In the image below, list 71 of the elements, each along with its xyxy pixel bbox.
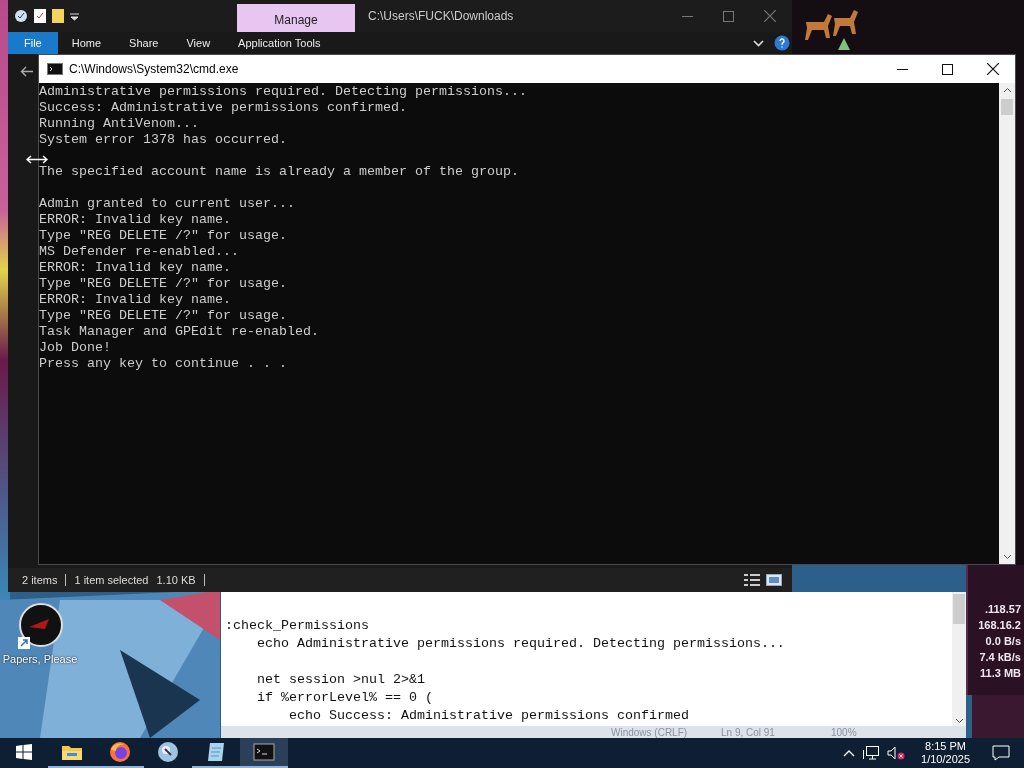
code-line: :check_Permissions xyxy=(225,618,369,633)
code-line: net session >nul 2>&1 xyxy=(256,672,425,687)
console-line: The specified account name is already a member of the group. xyxy=(39,164,519,179)
console-line: Press any key to continue . . . xyxy=(39,356,287,371)
ribbon-tab[interactable]: Application Tools xyxy=(224,32,335,54)
item-count: 2 items xyxy=(22,574,58,586)
console-line: Running AntiVenom... xyxy=(39,116,199,131)
meter-reading: 7.4 kB/s xyxy=(979,650,1021,665)
help-icon[interactable] xyxy=(774,35,790,51)
network-icon[interactable] xyxy=(863,746,880,760)
scrollbar-thumb[interactable] xyxy=(1001,99,1013,115)
clock-date[interactable]: 1/10/2025 xyxy=(921,753,970,766)
meter-reading: 11.3 MB xyxy=(980,666,1021,681)
resize-cursor-icon xyxy=(26,155,48,164)
terminal-icon xyxy=(253,743,275,761)
ribbon-tab[interactable]: File xyxy=(8,32,58,54)
muted-speaker-icon[interactable] xyxy=(887,746,906,760)
close-icon[interactable] xyxy=(987,63,999,75)
properties-icon[interactable] xyxy=(14,9,28,23)
terminal-icon xyxy=(47,63,63,75)
scroll-down-icon[interactable] xyxy=(954,716,964,726)
console-line: ERROR: Invalid key name. xyxy=(39,212,231,227)
console-line: System error 1378 has occurred. xyxy=(39,132,287,147)
chevron-icon[interactable] xyxy=(753,39,764,47)
status-text: Windows (CRLF) xyxy=(611,726,689,738)
notification-icon[interactable] xyxy=(992,745,1010,761)
status-text: 100% xyxy=(831,726,858,738)
console-line: Success: Administrative permissions confirmed. xyxy=(39,100,407,115)
console-line: Job Done! xyxy=(39,340,111,355)
code-line: echo Success: Administrative permissions confirmed xyxy=(288,708,689,723)
browser-icon xyxy=(109,741,131,763)
ribbon-tab[interactable]: View xyxy=(172,32,225,54)
console-line: Type "REG DELETE /?" for usage. xyxy=(39,308,287,323)
console-line: Admin granted to current user... xyxy=(39,196,295,211)
console-line: Task Manager and GPEdit re-enabled. xyxy=(39,324,319,339)
chevron-up-icon[interactable] xyxy=(843,749,856,757)
app-icon[interactable] xyxy=(17,603,63,651)
windows-logo-icon xyxy=(16,744,32,760)
window-title: C:\Users\FUCK\Downloads xyxy=(368,9,515,23)
status-text: Ln 9, Col 91 xyxy=(721,726,776,738)
code-line: if %errorLevel% == 0 ( xyxy=(256,690,433,705)
taskbar-app[interactable] xyxy=(240,738,288,768)
ribbon-tab[interactable]: Home xyxy=(57,32,116,54)
maximize-icon[interactable] xyxy=(942,63,953,75)
console-line: Type "REG DELETE /?" for usage. xyxy=(39,228,287,243)
dropdown-icon[interactable] xyxy=(70,11,79,21)
document-icon[interactable] xyxy=(34,9,46,23)
file-size: 1.10 KB xyxy=(156,574,196,586)
console-line: ERROR: Invalid key name. xyxy=(39,260,231,275)
ribbon-tab[interactable]: Share xyxy=(115,32,173,54)
details-view-icon[interactable] xyxy=(744,574,760,586)
scrollbar-thumb[interactable] xyxy=(953,594,965,624)
console-line: Administrative permissions required. Detecting permissions... xyxy=(39,84,527,99)
code-line: echo Administrative permissions required. Detecting permissions... xyxy=(256,636,785,651)
folder-icon xyxy=(61,743,83,761)
meter-reading: 0.0 B/s xyxy=(985,634,1021,649)
console-line: Type "REG DELETE /?" for usage. xyxy=(39,276,287,291)
icon-label[interactable]: Papers, Please xyxy=(2,653,78,665)
console-line: ERROR: Invalid key name. xyxy=(39,292,231,307)
back-arrow-icon[interactable] xyxy=(20,66,33,77)
minimize-icon[interactable] xyxy=(897,68,908,70)
meter-reading: .118.57 xyxy=(984,602,1021,617)
notepad-icon xyxy=(206,741,226,763)
thumbnail-view-icon[interactable] xyxy=(766,574,782,586)
globe-icon xyxy=(157,741,179,763)
manage-tab[interactable]: Manage xyxy=(237,4,355,32)
console-line: MS Defender re-enabled... xyxy=(39,244,239,259)
clock-time[interactable]: 8:15 PM xyxy=(925,740,966,753)
selection-info: 1 item selected xyxy=(74,574,149,586)
meter-reading: 168.16.2 xyxy=(978,618,1021,633)
window-title: C:\Windows\System32\cmd.exe xyxy=(69,62,239,76)
